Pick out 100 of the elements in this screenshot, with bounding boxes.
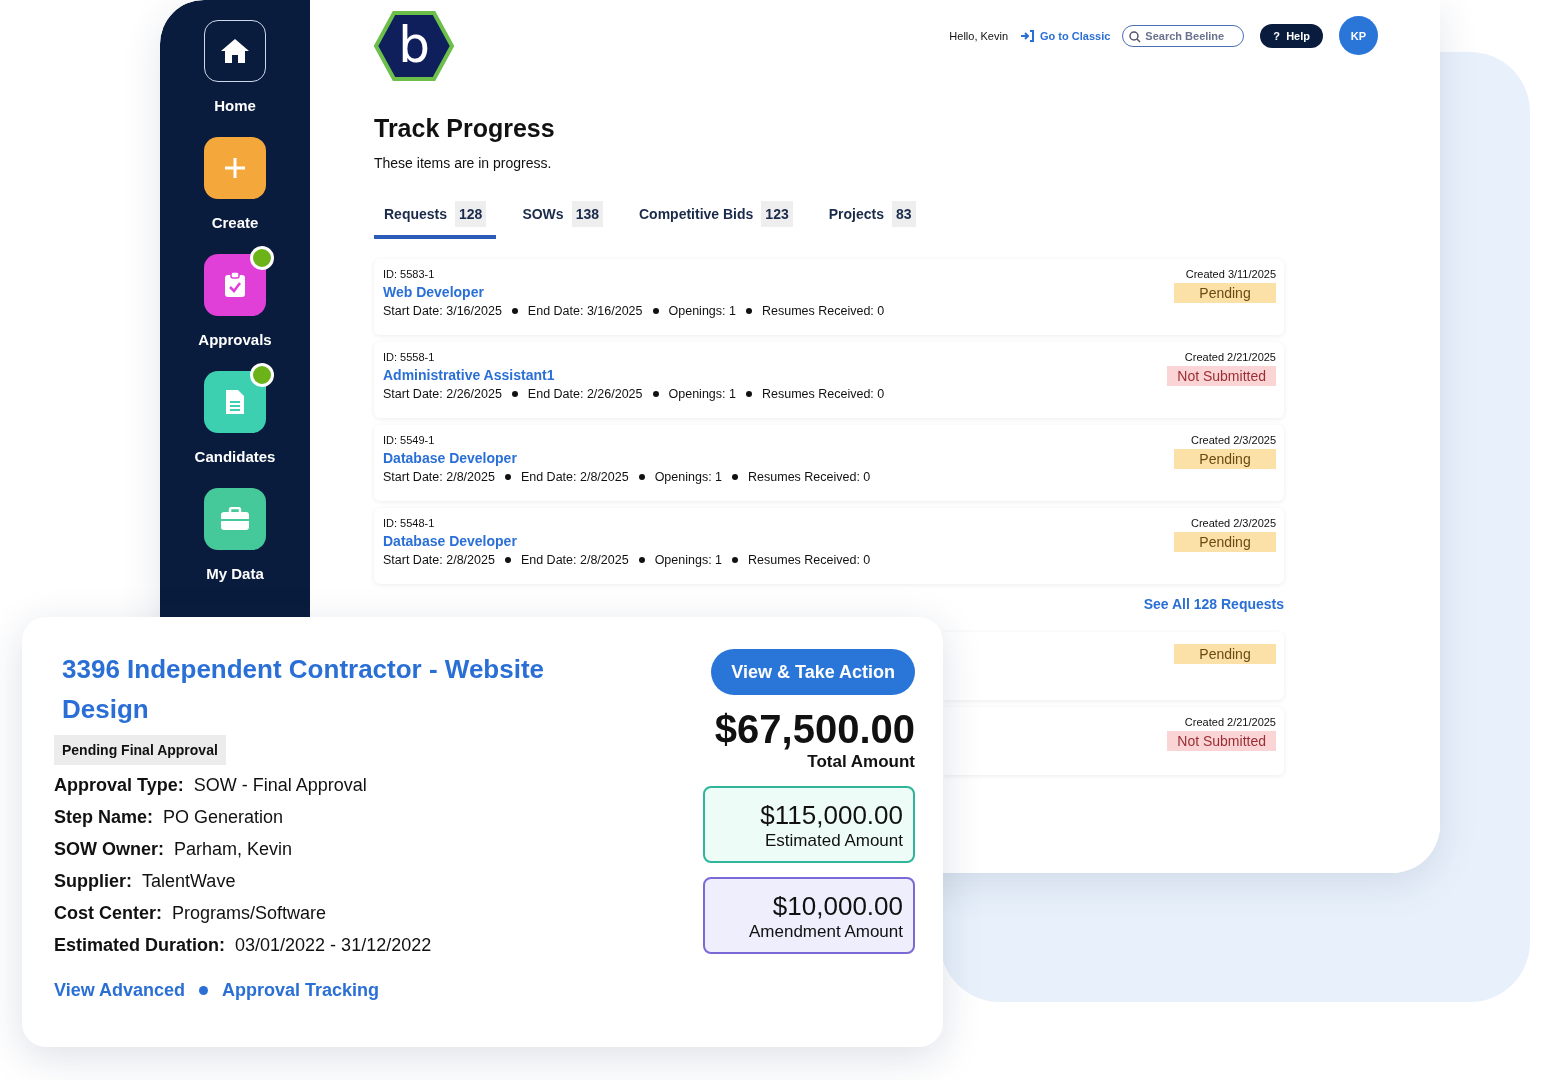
request-detail: Start Date: 2/8/2025 [383, 470, 495, 484]
amount-value: $10,000.00 [772, 891, 903, 922]
see-all-link[interactable]: See All 128 Requests [1143, 596, 1284, 612]
created-date: Created 2/3/2025 [1191, 434, 1276, 446]
request-detail: Openings: 1 [668, 304, 736, 318]
nav-button[interactable] [204, 137, 266, 199]
nav-button[interactable] [204, 371, 266, 433]
clipboard-check-icon [224, 272, 246, 298]
page-title: Track Progress [374, 114, 556, 143]
request-detail: Resumes Received: 0 [748, 470, 871, 484]
tab[interactable]: Competitive Bids 123 [629, 201, 803, 239]
request-detail: Start Date: 2/8/2025 [383, 553, 495, 567]
view-action-button[interactable]: View & Take Action [711, 649, 915, 695]
help-button[interactable]: ? Help [1260, 23, 1323, 48]
field-label: Approval Type: [54, 775, 184, 796]
field-label: SOW Owner: [54, 839, 164, 860]
field-label: Cost Center: [54, 903, 162, 924]
nav-button[interactable] [204, 488, 266, 550]
request-detail: Start Date: 3/16/2025 [383, 304, 502, 318]
request-detail: Openings: 1 [654, 470, 723, 484]
request-detail: End Date: 3/16/2025 [527, 304, 643, 318]
status-badge: Not Submitted [1167, 366, 1276, 386]
nav-button[interactable] [204, 20, 266, 82]
field-value: 03/01/2022 - 31/12/2022 [235, 935, 432, 956]
search-field[interactable]: Search Beeline [1122, 24, 1245, 47]
request-id: ID: 5558-1 [383, 351, 436, 363]
bullet-icon [504, 474, 511, 480]
request-detail: Openings: 1 [668, 387, 736, 401]
request-detail: End Date: 2/8/2025 [520, 470, 629, 484]
sidebar-item[interactable]: My Data [206, 565, 264, 582]
total-amount: $67,500.00 [714, 707, 915, 752]
bullet-icon [511, 308, 518, 314]
request-card[interactable]: ID: 5549-1 Database Developer Start Date: 2/8/2025 End Date: 2/8/2025 Openings: 1 Resumes Received: 0 Created 2/3/2025 Pending [374, 425, 1284, 501]
status-badge: Pending [1174, 449, 1276, 469]
count-badge: 83 [891, 201, 916, 227]
request-detail: Resumes Received: 0 [748, 553, 871, 567]
bullet-icon [504, 557, 511, 563]
tab[interactable]: Projects 83 [818, 201, 926, 239]
count-badge: 123 [761, 201, 793, 227]
created-date: Created 2/21/2025 [1184, 716, 1276, 728]
request-id: ID: 5583-1 [383, 268, 436, 280]
page-subtitle: These items are in progress. [374, 155, 553, 171]
count-badge: 128 [455, 201, 487, 227]
bullet-icon [745, 391, 752, 397]
sidebar-item[interactable]: Approvals [198, 331, 272, 348]
bullet-icon [652, 308, 659, 314]
bullet-icon [199, 986, 209, 995]
go-to-classic-link[interactable]: Go to Classic [1020, 29, 1111, 42]
request-detail: Resumes Received: 0 [761, 387, 885, 401]
request-title-link[interactable]: Database Developer [383, 533, 871, 549]
request-card[interactable]: ID: 5548-1 Database Developer Start Date: 2/8/2025 End Date: 2/8/2025 Openings: 1 Resumes Received: 0 Created 2/3/2025 Pending [374, 508, 1284, 584]
nav-button[interactable] [204, 254, 266, 316]
request-card[interactable]: ID: 5583-1 Web Developer Start Date: 3/16/2025 End Date: 3/16/2025 Openings: 1 Resumes Received: 0 Created 3/11/2025 Pending [374, 259, 1284, 335]
briefcase-icon [220, 507, 250, 531]
field-value: SOW - Final Approval [193, 775, 367, 796]
document-icon [225, 389, 245, 415]
field-value: TalentWave [142, 871, 236, 892]
amount-label: Amendment Amount [748, 922, 903, 942]
status-badge: Not Submitted [1167, 731, 1276, 751]
request-detail: End Date: 2/26/2025 [527, 387, 643, 401]
sidebar-item[interactable]: Home [214, 97, 256, 114]
request-card[interactable]: Pending [943, 632, 1284, 700]
request-title-link[interactable]: Database Developer [383, 450, 871, 466]
field-label: Estimated Duration: [54, 935, 226, 956]
tab[interactable]: Requests 128 [374, 201, 497, 239]
field-label: Step Name: [54, 807, 154, 828]
request-detail: Resumes Received: 0 [761, 304, 885, 318]
created-date: Created 3/11/2025 [1185, 268, 1276, 280]
request-detail: End Date: 2/8/2025 [520, 553, 629, 567]
created-date: Created 2/21/2025 [1184, 351, 1276, 363]
request-detail: Start Date: 2/26/2025 [383, 387, 502, 401]
field-value: Parham, Kevin [174, 839, 293, 860]
field-value: PO Generation [163, 807, 284, 828]
approval-title[interactable]: 3396 Independent Contractor - Website Design [54, 649, 600, 729]
avatar[interactable]: KP [1339, 16, 1378, 55]
bullet-icon [732, 557, 739, 563]
request-title-link[interactable]: Administrative Assistant1 [383, 367, 885, 383]
request-card[interactable]: Created 2/21/2025 Not Submitted [943, 707, 1284, 775]
logo-icon[interactable]: b [374, 10, 454, 82]
bullet-icon [638, 557, 645, 563]
bullet-icon [652, 391, 659, 397]
count-badge: 138 [571, 201, 603, 227]
tab[interactable]: SOWs 138 [512, 201, 613, 239]
amount-label: Estimated Amount [765, 831, 903, 851]
status-badge: Pending Final Approval [54, 735, 226, 765]
request-title-link[interactable]: Web Developer [383, 284, 885, 300]
request-id: ID: 5549-1 [383, 434, 436, 446]
bullet-icon [638, 474, 645, 480]
field-label: Supplier: [54, 871, 132, 892]
card-link[interactable]: Approval Tracking [222, 980, 380, 1001]
status-badge: Pending [1174, 283, 1276, 303]
card-link[interactable]: View Advanced [54, 980, 186, 1001]
sidebar-item[interactable]: Create [211, 214, 259, 231]
sidebar-item[interactable]: Candidates [194, 448, 276, 465]
field-value: Programs/Software [172, 903, 327, 924]
request-id: ID: 5548-1 [383, 517, 436, 529]
status-badge: Pending [1174, 644, 1276, 664]
request-card[interactable]: ID: 5558-1 Administrative Assistant1 Start Date: 2/26/2025 End Date: 2/26/2025 Openings: 1 Resumes Received: 0 Created 2/21/2025 Not Submitted [374, 342, 1284, 418]
total-amount-label: Total Amount [807, 752, 915, 772]
bullet-icon [732, 474, 739, 480]
